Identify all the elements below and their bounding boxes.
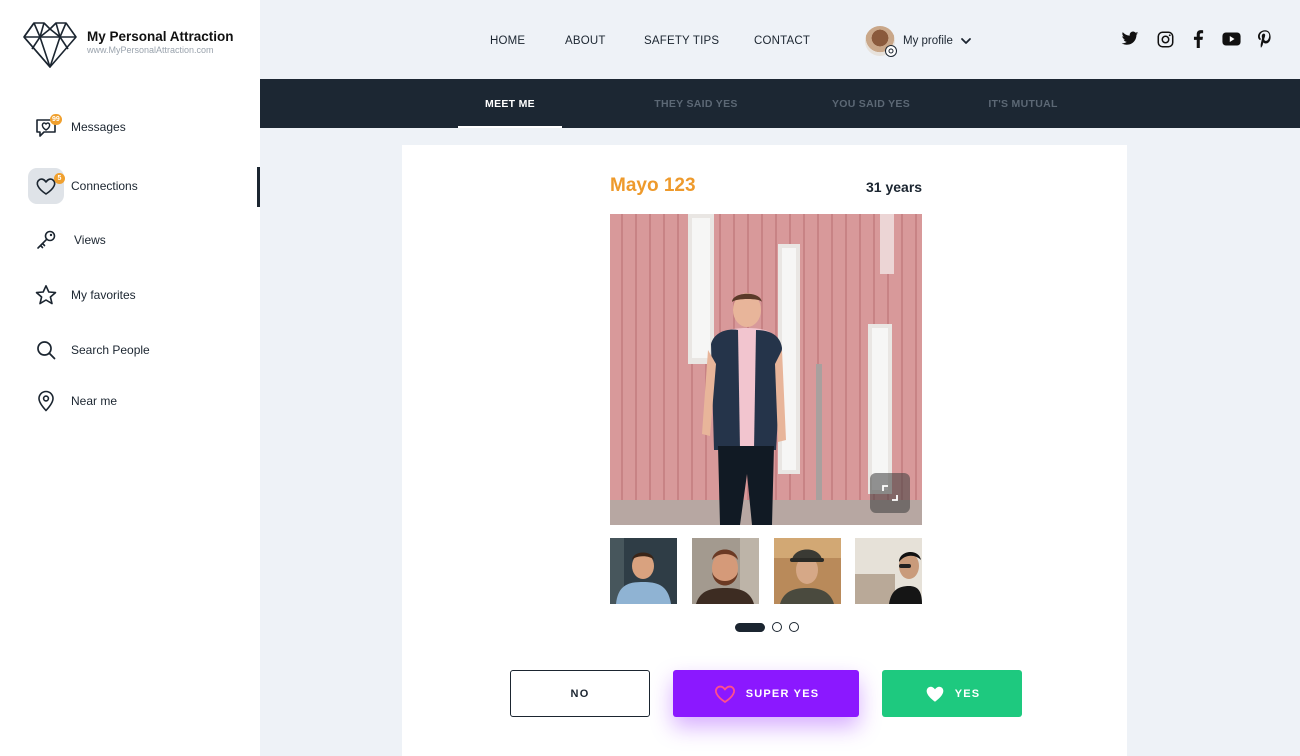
yes-button[interactable]: YES	[882, 670, 1022, 717]
avatar	[865, 26, 897, 57]
active-indicator	[257, 167, 260, 207]
sidebar-item-favorites[interactable]: My favorites	[28, 277, 258, 313]
photo-thumbnail-1[interactable]	[610, 538, 677, 604]
profile-age: 31 years	[866, 179, 923, 195]
profile-menu[interactable]: My profile	[865, 26, 973, 57]
tab-you-said-yes[interactable]: YOU SAID YES	[816, 79, 926, 128]
sidebar-item-near-me[interactable]: Near me	[28, 383, 258, 419]
sidebar-item-label: Messages	[71, 120, 126, 134]
main-profile-photo[interactable]	[610, 214, 922, 525]
sidebar-item-label: Near me	[71, 394, 118, 408]
tab-they-said-yes[interactable]: THEY SAID YES	[638, 79, 754, 128]
instagram-icon[interactable]	[1155, 29, 1175, 49]
brand-url: www.MyPersonalAttraction.com	[87, 45, 214, 55]
pagination-dot-1[interactable]	[735, 622, 765, 632]
sidebar-item-label: Search People	[71, 343, 150, 357]
profile-card: Mayo 123 31 years NO SUPER YES YES	[402, 145, 1127, 756]
connections-badge: 5	[54, 173, 65, 184]
tab-its-mutual[interactable]: IT'S MUTUAL	[978, 79, 1068, 128]
search-icon	[28, 332, 64, 368]
sidebar-item-search[interactable]: Search People	[28, 332, 258, 368]
heart-gem-logo-icon[interactable]	[22, 19, 78, 69]
facebook-icon[interactable]	[1188, 29, 1208, 49]
sidebar-item-label: Views	[74, 233, 106, 247]
super-yes-button[interactable]: SUPER YES	[673, 670, 859, 717]
top-navigation: HOME ABOUT SAFETY TIPS CONTACT My profil…	[260, 0, 1300, 79]
expand-photo-button[interactable]	[870, 473, 910, 513]
sidebar-item-connections[interactable]: 5 Connections	[28, 168, 258, 204]
heart-icon	[926, 686, 944, 702]
nav-link-safety-tips[interactable]: SAFETY TIPS	[644, 35, 719, 47]
chevron-down-icon	[960, 38, 971, 44]
camera-icon	[885, 45, 897, 57]
sidebar-item-label: Connections	[71, 179, 138, 193]
nav-link-contact[interactable]: CONTACT	[754, 35, 810, 47]
nav-link-about[interactable]: ABOUT	[565, 35, 606, 47]
tab-meet-me[interactable]: MEET ME	[458, 79, 562, 128]
sidebar: My Personal Attraction www.MyPersonalAtt…	[0, 0, 260, 756]
pagination-dot-3[interactable]	[789, 622, 799, 632]
thumbnail-image	[692, 538, 759, 604]
key-icon	[28, 222, 64, 258]
super-yes-label: SUPER YES	[745, 687, 820, 700]
heart-outline-icon	[714, 685, 735, 703]
thumbnail-image	[610, 538, 677, 604]
photo-thumbnail-2[interactable]	[692, 538, 759, 604]
thumbnail-image	[774, 538, 841, 604]
expand-icon	[882, 485, 898, 501]
sidebar-item-label: My favorites	[71, 288, 136, 302]
sidebar-item-messages[interactable]: 99 Messages	[28, 109, 258, 145]
location-pin-icon	[28, 383, 64, 419]
no-button-label: NO	[570, 687, 590, 700]
heart-icon: 5	[28, 168, 65, 204]
thumbnail-image	[855, 538, 922, 604]
messages-badge: 99	[50, 114, 62, 125]
message-heart-icon: 99	[28, 109, 64, 145]
profile-label: My profile	[903, 35, 953, 47]
twitter-icon[interactable]	[1120, 29, 1140, 49]
yes-label: YES	[954, 687, 981, 700]
youtube-icon[interactable]	[1221, 29, 1241, 49]
nav-link-home[interactable]: HOME	[490, 35, 525, 47]
no-button[interactable]: NO	[510, 670, 650, 717]
photo-pagination	[735, 622, 799, 632]
profile-name[interactable]: Mayo 123	[610, 175, 696, 197]
sidebar-item-views[interactable]: Views	[28, 222, 258, 258]
star-icon	[28, 277, 64, 313]
pagination-dot-2[interactable]	[772, 622, 782, 632]
brand-title: My Personal Attraction	[87, 29, 234, 44]
photo-thumbnail-4[interactable]	[855, 538, 922, 604]
pinterest-icon[interactable]	[1255, 29, 1275, 49]
tab-bar: MEET ME THEY SAID YES YOU SAID YES IT'S …	[260, 79, 1300, 128]
photo-thumbnail-3[interactable]	[774, 538, 841, 604]
